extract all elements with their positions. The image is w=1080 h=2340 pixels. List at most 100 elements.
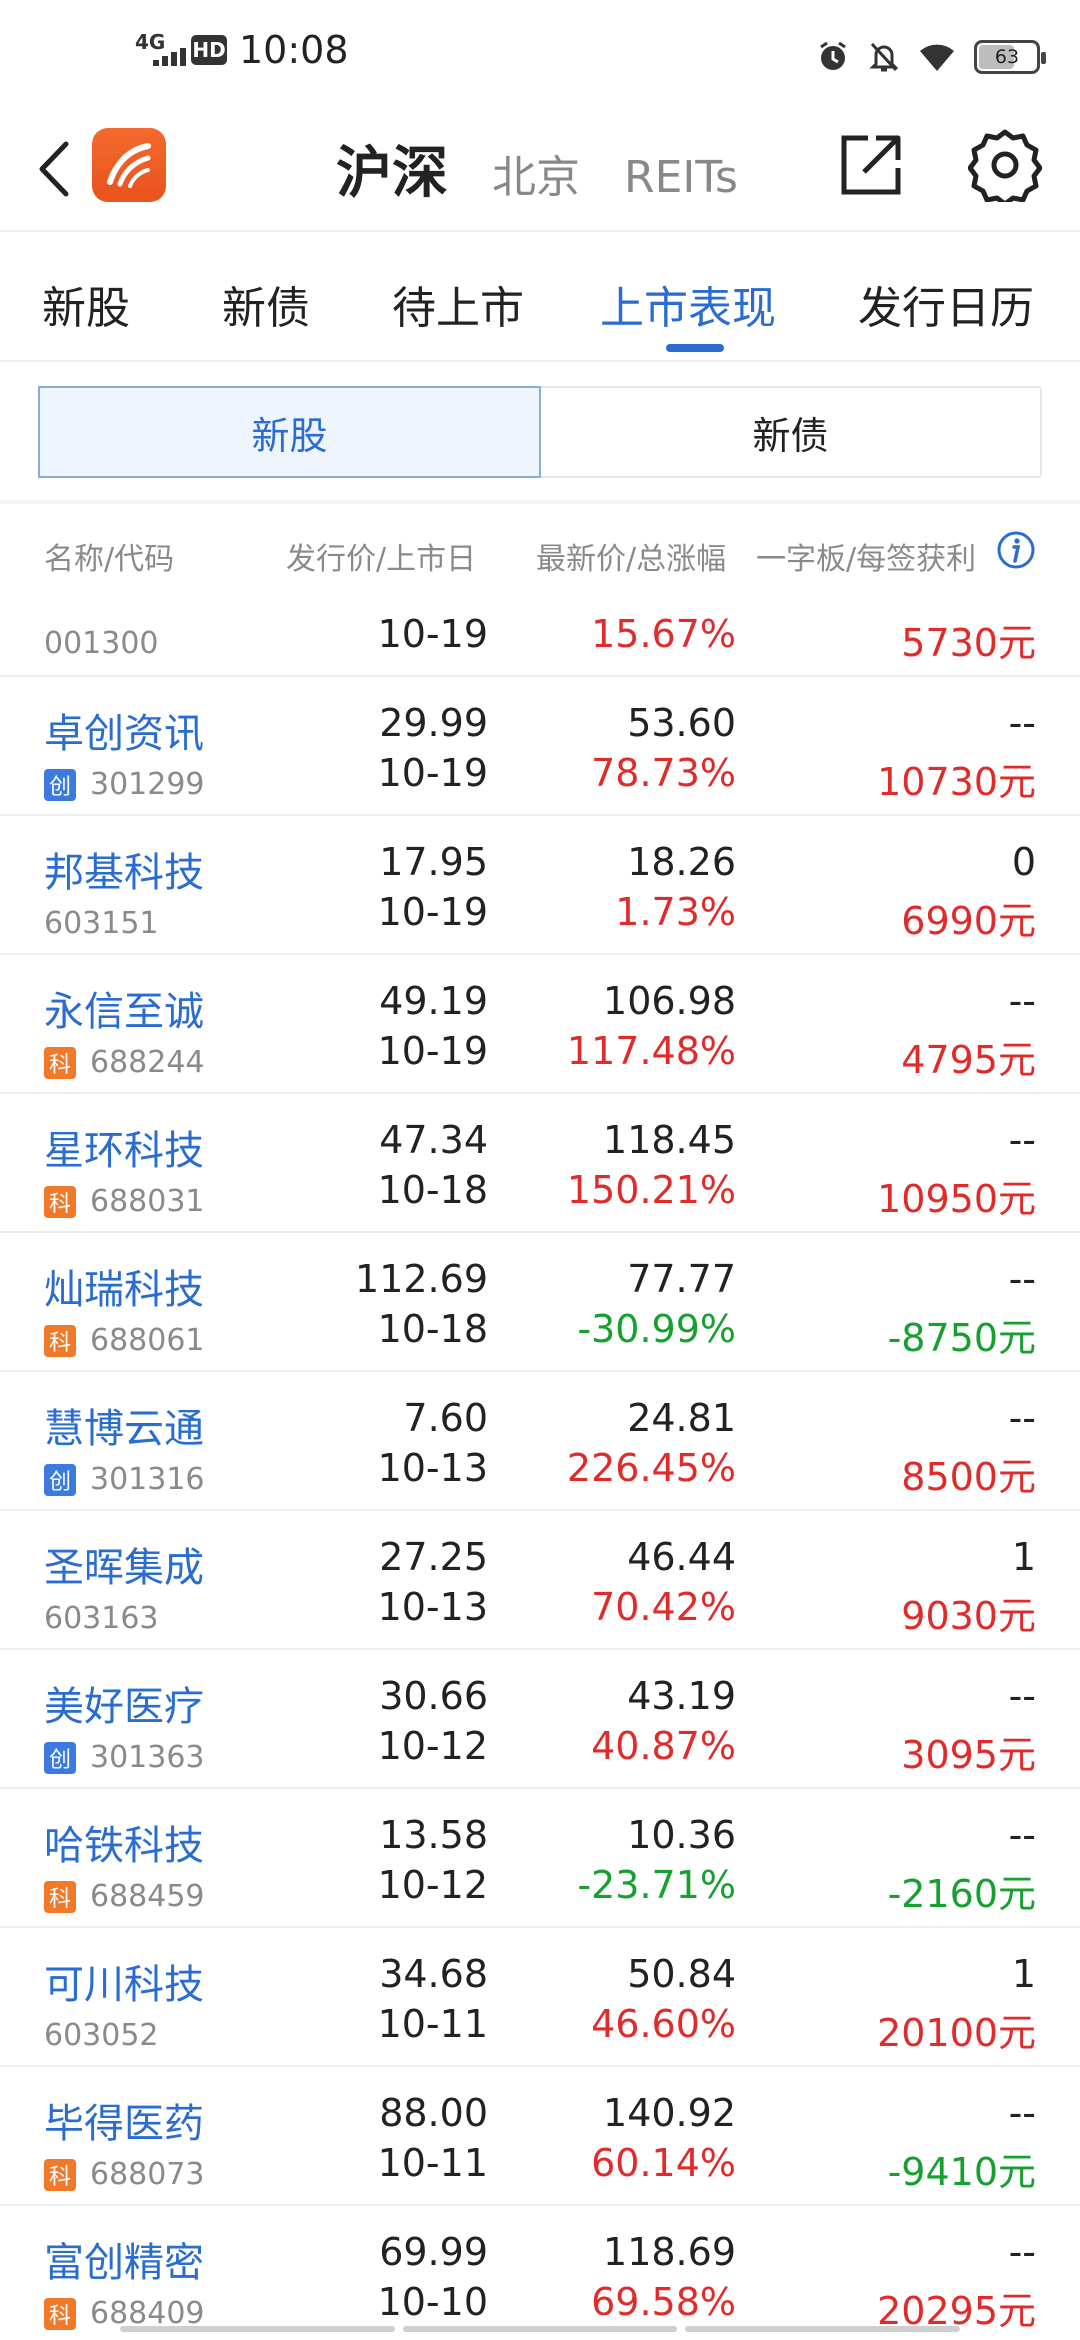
table-row[interactable]: 可川科技 603052 34.68 10-11 50.84 46.60% 1 2…	[0, 1928, 1080, 2067]
stock-name[interactable]: 邦基科技	[44, 840, 204, 898]
ipo-list[interactable]: 001300 10-19 15.67% 5730元 卓创资讯 创 301299 …	[0, 600, 1080, 2330]
stock-name[interactable]: 星环科技	[44, 1118, 204, 1176]
stock-name[interactable]: 哈铁科技	[44, 1813, 204, 1871]
stock-code: 603052	[44, 2018, 159, 2053]
latest-price: 118.45	[603, 1118, 736, 1162]
segment-new-stock[interactable]: 新股	[38, 386, 541, 478]
total-change: 117.48%	[566, 1029, 736, 1073]
market-tab-hushen[interactable]: 沪深	[336, 128, 448, 209]
table-row[interactable]: 圣晖集成 603163 27.25 10-13 46.44 70.42% 1 9…	[0, 1511, 1080, 1650]
settings-gear-icon[interactable]	[968, 128, 1042, 202]
market-tabs: 沪深 北京 REITs	[336, 128, 782, 209]
stock-code: 301363	[90, 1740, 205, 1775]
stock-name[interactable]: 圣晖集成	[44, 1535, 204, 1593]
tab-new-stock[interactable]: 新股	[42, 272, 130, 336]
app-logo-icon	[92, 128, 166, 202]
stock-name[interactable]: 灿瑞科技	[44, 1257, 204, 1315]
profit-per-lot: 10950元	[877, 1177, 1036, 1221]
listing-date: 10-13	[377, 1585, 488, 1629]
alarm-icon	[820, 41, 846, 70]
table-row[interactable]: 慧博云通 创 301316 7.60 10-13 24.81 226.45% -…	[0, 1372, 1080, 1511]
total-change: 1.73%	[615, 890, 736, 934]
latest-price: 118.69	[603, 2230, 736, 2274]
latest-price: 106.98	[603, 979, 736, 1023]
issue-price: 27.25	[379, 1535, 488, 1579]
table-row[interactable]: 永信至诚 科 688244 49.19 10-19 106.98 117.48%…	[0, 955, 1080, 1094]
tab-pending-listing[interactable]: 待上市	[392, 272, 524, 336]
info-icon[interactable]	[996, 530, 1036, 570]
share-icon[interactable]	[838, 132, 902, 198]
tab-listing-performance[interactable]: 上市表现	[600, 272, 776, 336]
mute-bell-icon	[869, 42, 899, 72]
total-change: 69.58%	[591, 2280, 736, 2324]
table-row[interactable]: 灿瑞科技 科 688061 112.69 10-18 77.77 -30.99%…	[0, 1233, 1080, 1372]
board-badge: 科	[44, 1880, 76, 1913]
total-change: 46.60%	[591, 2002, 736, 2046]
stock-name[interactable]: 可川科技	[44, 1952, 204, 2010]
stock-name[interactable]: 慧博云通	[44, 1396, 204, 1454]
listing-date: 10-10	[377, 2280, 488, 2324]
limit-up-board: --	[1008, 701, 1036, 745]
stock-code: 301316	[90, 1462, 205, 1497]
limit-up-board: --	[1008, 979, 1036, 1023]
stock-code-wrap: 科 688073	[44, 2157, 205, 2192]
total-change: 60.14%	[591, 2141, 736, 2185]
table-row[interactable]: 卓创资讯 创 301299 29.99 10-19 53.60 78.73% -…	[0, 677, 1080, 816]
table-row[interactable]: 富创精密 科 688409 69.99 10-10 118.69 69.58% …	[0, 2206, 1080, 2330]
stock-name[interactable]: 毕得医药	[44, 2091, 204, 2149]
stock-code-wrap: 科 688244	[44, 1045, 205, 1080]
issue-price: 30.66	[379, 1674, 488, 1718]
total-change: 78.73%	[591, 751, 736, 795]
limit-up-board: 0	[1011, 840, 1036, 884]
issue-price: 13.58	[379, 1813, 488, 1857]
header: 沪深 北京 REITs	[0, 110, 1080, 230]
latest-price: 24.81	[627, 1396, 736, 1440]
total-change: 40.87%	[591, 1724, 736, 1768]
profit-per-lot: -2160元	[887, 1872, 1036, 1916]
table-row[interactable]: 邦基科技 603151 17.95 10-19 18.26 1.73% 0 69…	[0, 816, 1080, 955]
total-change: 15.67%	[591, 612, 736, 656]
segment-control: 新股 新债	[38, 386, 1042, 478]
limit-up-board: 1	[1011, 1952, 1036, 1996]
total-change: 150.21%	[566, 1168, 736, 1212]
segment-new-bond[interactable]: 新债	[541, 388, 1040, 476]
board-badge: 科	[44, 1324, 76, 1357]
table-row[interactable]: 001300 10-19 15.67% 5730元	[0, 600, 1080, 677]
listing-date: 10-12	[377, 1863, 488, 1907]
market-tab-reits[interactable]: REITs	[624, 152, 738, 203]
total-change: -30.99%	[577, 1307, 736, 1351]
board-badge: 科	[44, 1185, 76, 1218]
listing-date: 10-19	[377, 751, 488, 795]
stock-name[interactable]: 卓创资讯	[44, 701, 204, 759]
divider	[0, 360, 1080, 362]
stock-code-wrap: 创 301316	[44, 1462, 205, 1497]
profit-per-lot: 5730元	[901, 621, 1036, 665]
tab-new-bond[interactable]: 新债	[222, 272, 310, 336]
stock-code-wrap: 创 301363	[44, 1740, 205, 1775]
latest-price: 46.44	[627, 1535, 736, 1579]
listing-date: 10-19	[377, 890, 488, 934]
tab-issue-calendar[interactable]: 发行日历	[858, 272, 1034, 336]
column-issue-price-date: 发行价/上市日	[286, 542, 477, 577]
table-row[interactable]: 星环科技 科 688031 47.34 10-18 118.45 150.21%…	[0, 1094, 1080, 1233]
stock-name[interactable]: 美好医疗	[44, 1674, 204, 1732]
board-badge: 创	[44, 768, 76, 801]
stock-name[interactable]: 永信至诚	[44, 979, 204, 1037]
profit-per-lot: 6990元	[901, 899, 1036, 943]
scrollbar[interactable]	[120, 2326, 961, 2332]
table-row[interactable]: 美好医疗 创 301363 30.66 10-12 43.19 40.87% -…	[0, 1650, 1080, 1789]
table-row[interactable]: 哈铁科技 科 688459 13.58 10-12 10.36 -23.71% …	[0, 1789, 1080, 1928]
section-tabs: 新股 新债 待上市 上市表现 发行日历	[0, 232, 1080, 360]
issue-price: 47.34	[379, 1118, 488, 1162]
listing-date: 10-11	[377, 2002, 488, 2046]
table-row[interactable]: 毕得医药 科 688073 88.00 10-11 140.92 60.14% …	[0, 2067, 1080, 2206]
stock-name[interactable]: 富创精密	[44, 2230, 204, 2288]
profit-per-lot: 20100元	[877, 2011, 1036, 2055]
listing-date: 10-11	[377, 2141, 488, 2185]
battery-level: 63	[994, 46, 1020, 68]
back-icon[interactable]	[30, 134, 80, 204]
stock-code: 603151	[44, 906, 159, 941]
wifi-icon	[920, 44, 954, 71]
market-tab-beijing[interactable]: 北京	[492, 141, 580, 205]
limit-up-board: --	[1008, 1813, 1036, 1857]
